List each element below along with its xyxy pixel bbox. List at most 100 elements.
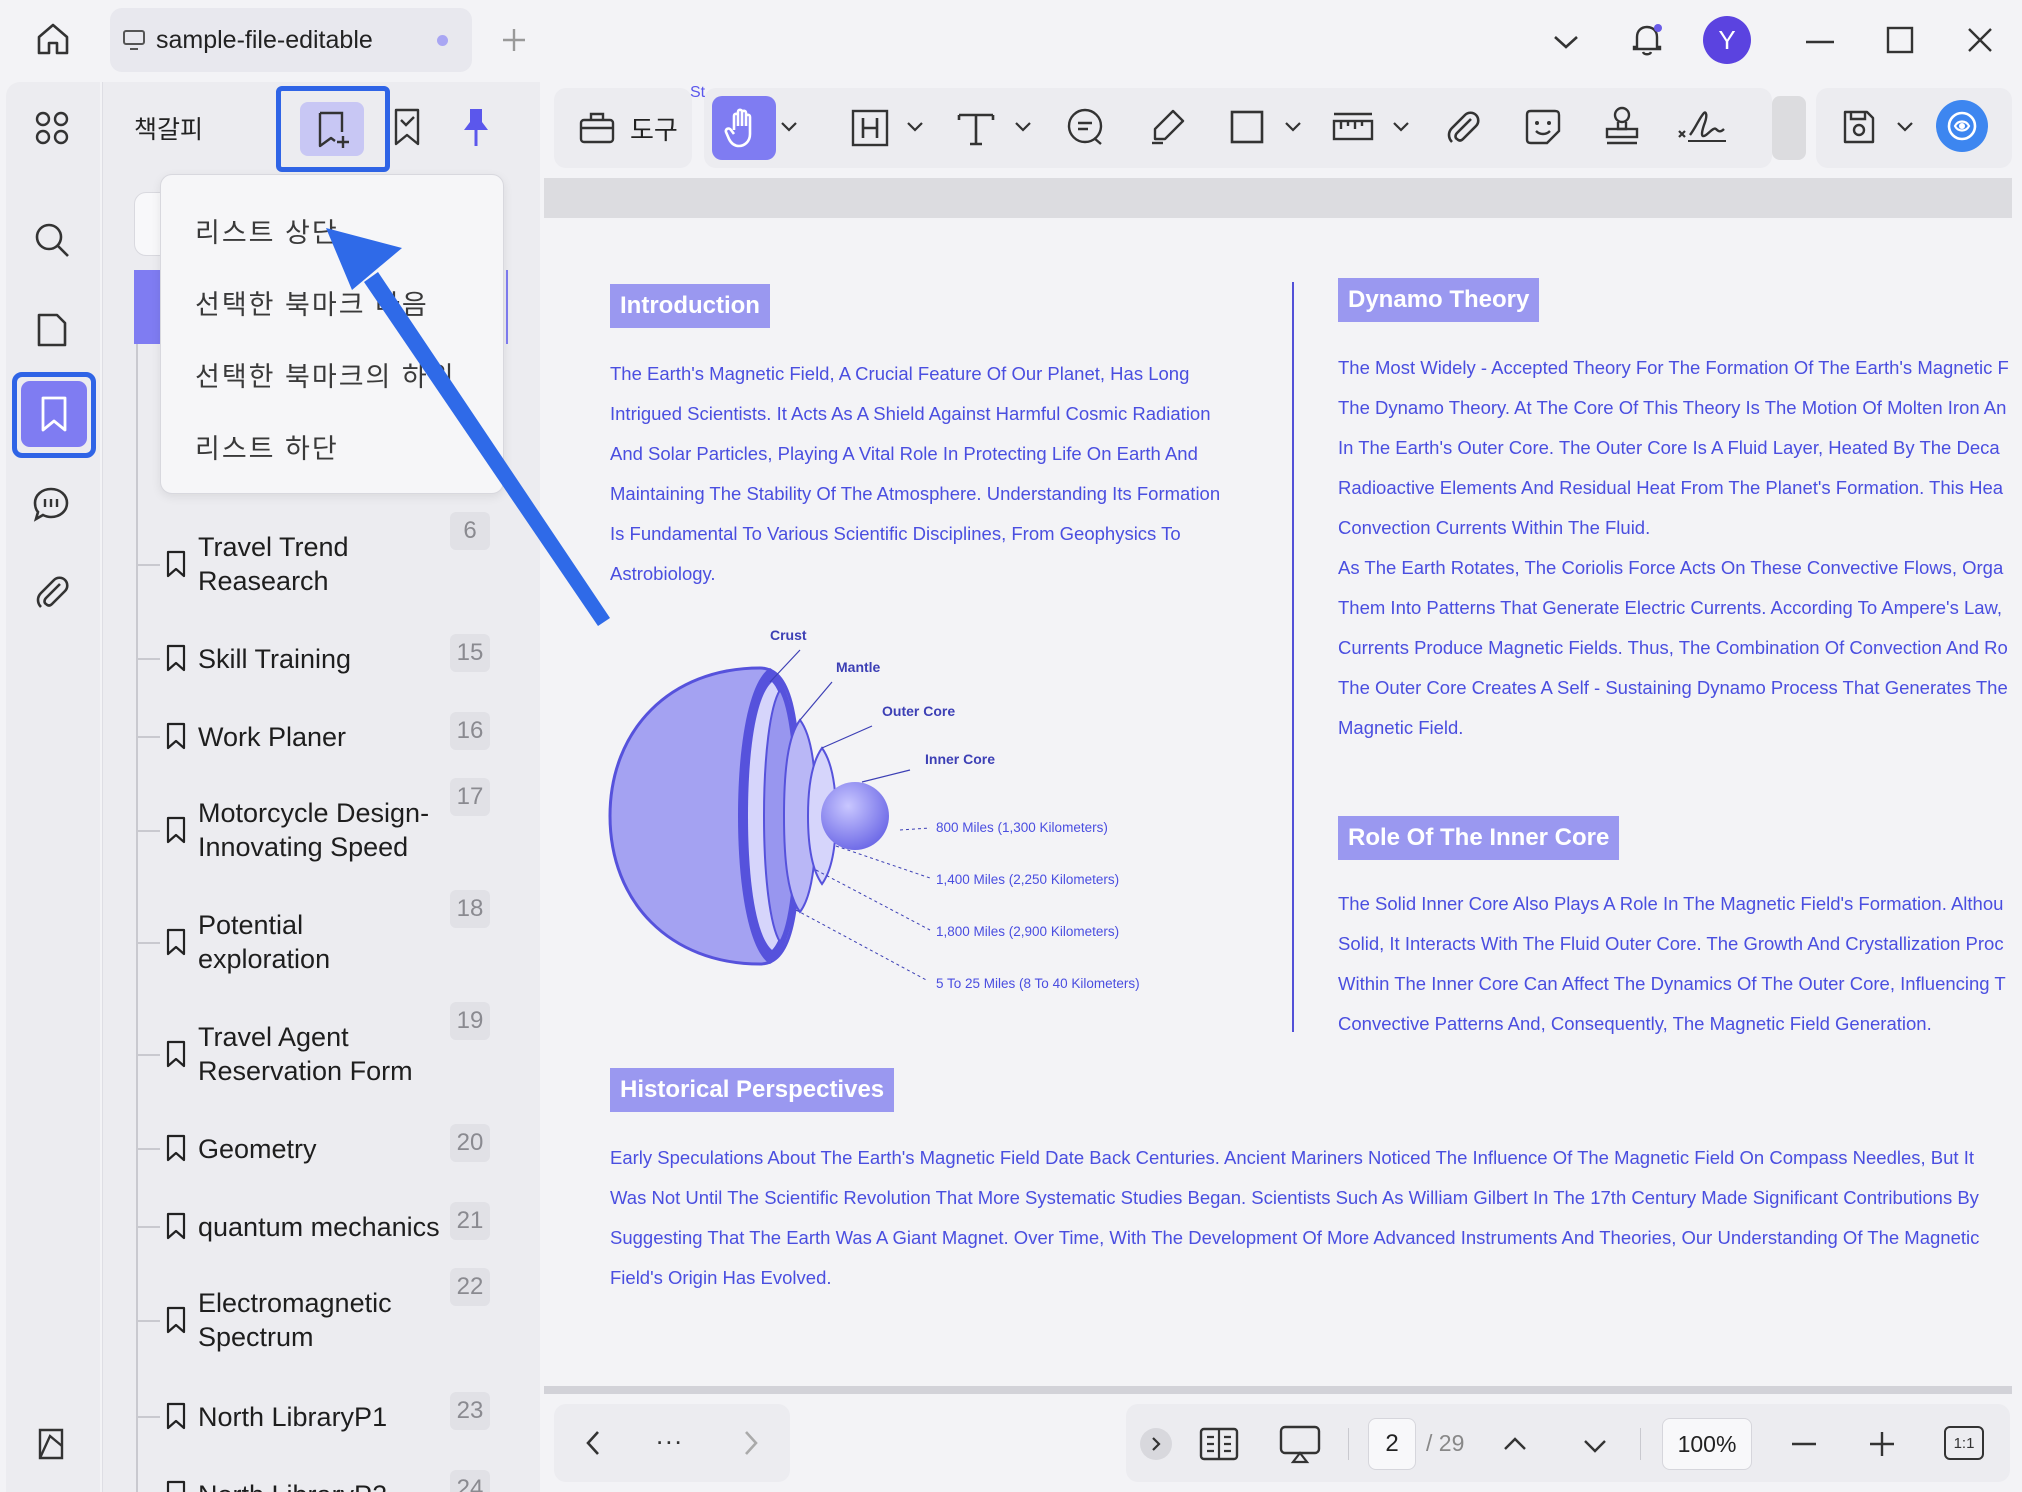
thumbnails-grid-icon[interactable] [30,106,74,150]
text-dropdown-chevron-icon[interactable] [1012,116,1034,138]
zoom-level-input[interactable]: 100% [1662,1418,1752,1470]
save-dropdown-chevron-icon[interactable] [1894,116,1916,138]
stamp-icon[interactable] [1598,102,1646,150]
diagram-label-inner-core: Inner Core [925,751,996,767]
bookmark-check-icon[interactable] [390,104,424,150]
signature-icon[interactable] [1674,104,1730,150]
zoom-out-icon[interactable] [1786,1428,1822,1460]
notification-bell-icon[interactable] [1624,16,1670,62]
tools-button-label[interactable]: 도구 [630,110,678,147]
bookmark-icon [166,722,186,750]
bookmark-page-number: 24 [450,1470,490,1492]
add-bookmark-button[interactable] [300,102,364,156]
maximize-icon[interactable] [1880,20,1920,60]
bookmark-item[interactable]: quantum mechanics 21 [138,1202,518,1252]
save-icon[interactable] [1836,104,1882,150]
close-icon[interactable] [1960,20,2000,60]
actual-size-button[interactable]: 1:1 [1944,1426,1984,1460]
sidebar-toggle-icon[interactable] [30,1422,74,1466]
bookmark-item[interactable]: Travel Agent Reservation Form 19 [138,1002,518,1100]
zoom-in-icon[interactable] [1864,1426,1900,1462]
bookmark-label: Work Planer [198,720,468,754]
user-avatar[interactable]: Y [1703,16,1751,64]
measure-tool-icon[interactable] [1328,104,1378,150]
attachment-icon[interactable] [30,570,74,614]
bookmark-label-line: Work Planer [198,722,347,752]
unsaved-dot [437,35,448,46]
previous-page-chevron-icon[interactable] [1498,1428,1532,1460]
tree-branch [138,736,160,738]
diagram-note-inner: 800 Miles (1,300 Kilometers) [936,820,1108,835]
next-page-edge [544,1386,2012,1394]
menu-item-list-top[interactable]: 리스트 상단 [195,211,339,250]
bookmark-icon [166,1212,186,1240]
bookmark-item[interactable]: Work Planer 16 [138,712,518,762]
minimize-icon[interactable] [1800,22,1840,62]
bookmark-icon [166,1040,186,1068]
paragraph-line: Them Into Patterns That Generate Electri… [1338,597,2003,618]
next-page-chevron-icon[interactable] [1578,1430,1612,1462]
more-options-button[interactable]: ... [656,1420,684,1451]
toolbar-fragment-label: St [690,84,706,101]
separator [1348,1428,1349,1460]
comment-tool-icon[interactable] [1062,104,1108,150]
menu-item-list-bottom[interactable]: 리스트 하단 [195,427,339,466]
previous-arrow-icon[interactable] [578,1426,608,1460]
bookmark-item[interactable]: North LibraryP224 [138,1470,518,1492]
diagram-note-mantle: 1,800 Miles (2,900 Kilometers) [936,924,1120,939]
bookmark-icon [166,1306,186,1334]
bookmark-item[interactable]: Skill Training 15 [138,634,518,684]
tree-branch [138,1226,160,1228]
bookmark-item[interactable]: Potential exploration 18 [138,890,518,988]
menu-item-child-of-selected[interactable]: 선택한 북마크의 하위 [195,355,456,394]
text-tool-icon[interactable] [954,106,998,150]
new-tab-plus-icon[interactable] [494,20,534,60]
bookmark-item[interactable]: Motorcycle Design- Innovating Speed 17 [138,778,518,876]
bookmark-label: Geometry [198,1132,468,1166]
bookmark-plus-icon [314,108,352,152]
document-tab[interactable]: sample-file-editable [110,8,472,72]
bookmark-item[interactable]: Electromagnetic Spectrum 22 [138,1268,518,1366]
paragraph-line: The Solid Inner Core Also Plays A Role I… [1338,893,2004,914]
bookmark-page-number: 15 [450,634,490,672]
tree-branch [138,564,160,566]
bookmark-label-line: Reservation Form [198,1056,413,1086]
pin-icon[interactable] [458,104,494,150]
bookmark-page-number: 21 [450,1202,490,1240]
heading-dropdown-chevron-icon[interactable] [904,116,926,138]
rectangle-tool-icon[interactable] [1224,104,1270,150]
sticker-icon[interactable] [1520,104,1566,150]
paperclip-tool-icon[interactable] [1440,104,1486,150]
toolbar-overflow[interactable] [1772,96,1806,160]
presentation-icon[interactable] [1276,1420,1324,1468]
bookmark-item[interactable]: Travel Trend Reasearch 6 [138,512,518,610]
hand-tool-button[interactable] [712,96,776,160]
bookmark-item[interactable]: North LibraryP1 23 [138,1392,518,1442]
page-layout-icon[interactable] [1196,1422,1242,1466]
bookmark-item[interactable]: Geometry 20 [138,1124,518,1174]
bookmark-label-line: Reasearch [198,566,329,596]
menu-item-after-selected[interactable]: 선택한 북마크 다음 [195,283,429,322]
comment-icon[interactable] [28,482,74,528]
measure-dropdown-chevron-icon[interactable] [1390,116,1412,138]
next-arrow-icon[interactable] [736,1426,766,1460]
search-icon[interactable] [30,218,74,262]
bookmark-panel-button[interactable] [21,381,87,447]
chevron-down-icon[interactable] [1546,22,1586,62]
bookmark-label: Travel Trend Reasearch [198,530,468,598]
diagram-label-crust: Crust [770,627,807,643]
highlighter-icon[interactable] [1144,104,1190,150]
heading-tool-icon[interactable] [848,106,892,150]
page-icon[interactable] [30,308,74,352]
bookmark-label: Potential exploration [198,908,468,976]
hand-dropdown-chevron-icon[interactable] [778,116,800,138]
ai-assistant-button[interactable] [1936,100,1988,152]
heading-introduction: Introduction [610,284,770,328]
home-icon[interactable] [30,16,76,62]
current-page-input[interactable]: 2 [1368,1418,1416,1470]
toolbox-icon[interactable] [574,104,620,150]
paragraph-line: Magnetic Field. [1338,717,1464,738]
collapse-chevron-icon[interactable] [1140,1428,1172,1460]
shape-dropdown-chevron-icon[interactable] [1282,116,1304,138]
bookmark-icon [166,928,186,956]
